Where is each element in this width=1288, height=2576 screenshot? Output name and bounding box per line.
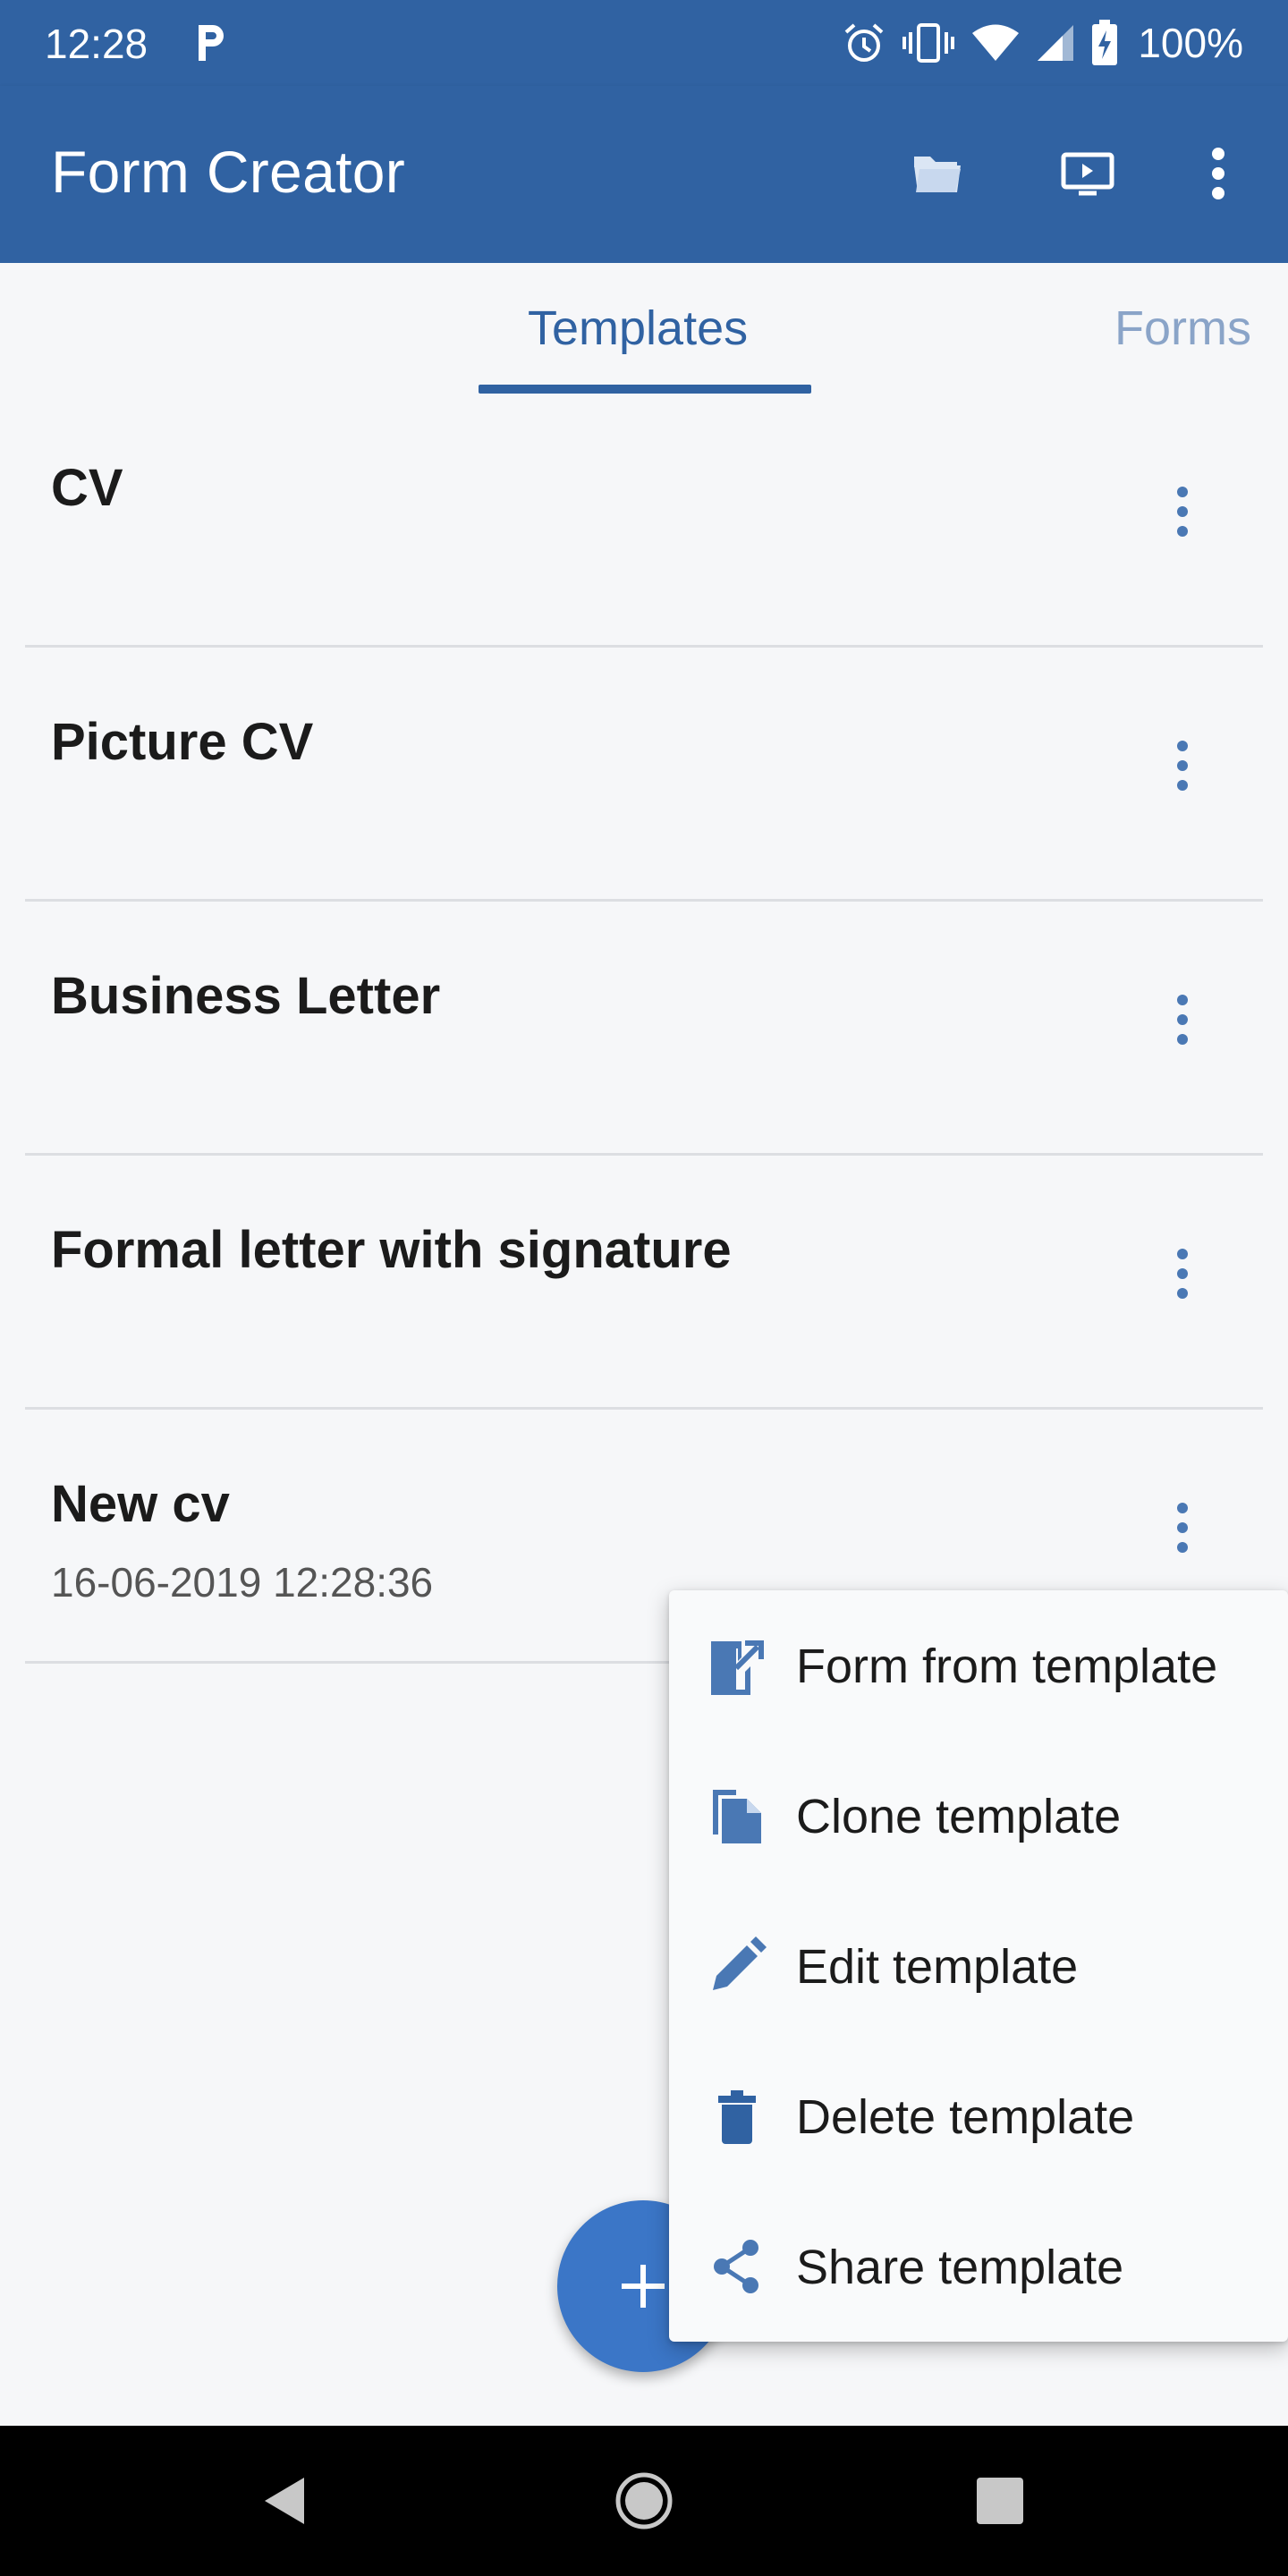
tab-bar: Templates Forms xyxy=(0,263,1288,394)
back-button[interactable] xyxy=(249,2465,320,2537)
menu-item-share-template[interactable]: Share template xyxy=(669,2191,1288,2342)
template-title: Business Letter xyxy=(51,967,441,1025)
template-context-menu: Form from template Clone template Edit t… xyxy=(669,1590,1288,2342)
app-bar: Form Creator xyxy=(0,86,1288,263)
menu-item-label: Edit template xyxy=(796,1940,1079,1994)
template-row[interactable]: Formal letter with signature xyxy=(0,1156,1288,1410)
folder-button[interactable] xyxy=(900,136,975,211)
row-more-icon[interactable] xyxy=(1154,982,1211,1057)
present-icon xyxy=(1061,152,1114,196)
template-title: Picture CV xyxy=(51,713,314,771)
plus-icon xyxy=(622,2265,665,2308)
status-icons: 100% xyxy=(843,18,1243,68)
parking-icon xyxy=(193,21,229,64)
home-button[interactable] xyxy=(608,2465,680,2537)
back-icon xyxy=(265,2478,304,2524)
template-title: New cv xyxy=(51,1475,230,1533)
row-more-icon[interactable] xyxy=(1154,1236,1211,1311)
row-more-icon[interactable] xyxy=(1154,728,1211,803)
wifi-icon xyxy=(971,23,1020,63)
app-title: Form Creator xyxy=(51,139,405,205)
battery-percentage: 100% xyxy=(1138,20,1243,66)
folder-icon xyxy=(914,157,961,192)
menu-item-label: Form from template xyxy=(796,1640,1218,1693)
signal-icon xyxy=(1036,23,1075,63)
template-date: 16-06-2019 12:28:36 xyxy=(51,1559,434,1606)
menu-item-label: Delete template xyxy=(796,2090,1135,2144)
template-row[interactable]: Picture CV xyxy=(0,648,1288,902)
battery-charging-icon xyxy=(1091,20,1118,66)
menu-item-label: Clone template xyxy=(796,1790,1122,1843)
overflow-menu-button[interactable] xyxy=(1181,136,1256,211)
menu-item-clone-template[interactable]: Clone template xyxy=(669,1741,1288,1891)
status-bar: 12:28 100% xyxy=(0,0,1288,86)
menu-item-label: Share template xyxy=(796,2241,1124,2294)
template-row[interactable]: CV xyxy=(0,394,1288,648)
tab-forms[interactable]: Forms xyxy=(1114,301,1251,356)
recents-icon xyxy=(977,2478,1023,2524)
share-icon xyxy=(701,2231,773,2302)
alarm-icon xyxy=(843,21,886,64)
row-more-icon[interactable] xyxy=(1154,474,1211,549)
row-more-icon[interactable] xyxy=(1154,1490,1211,1565)
vibrate-icon xyxy=(902,21,955,64)
clone-icon xyxy=(701,1780,773,1852)
menu-item-edit-template[interactable]: Edit template xyxy=(669,1891,1288,2041)
pencil-icon xyxy=(701,1930,773,2002)
template-title: CV xyxy=(51,459,123,517)
system-nav-bar xyxy=(0,2426,1288,2576)
template-row[interactable]: Business Letter xyxy=(0,902,1288,1156)
present-button[interactable] xyxy=(1050,136,1125,211)
home-icon xyxy=(615,2472,673,2529)
template-title: Formal letter with signature xyxy=(51,1221,732,1279)
status-time: 12:28 xyxy=(45,21,148,67)
menu-item-delete-template[interactable]: Delete template xyxy=(669,2041,1288,2191)
recents-button[interactable] xyxy=(964,2465,1036,2537)
form-from-template-icon xyxy=(701,1630,773,1701)
trash-icon xyxy=(701,2080,773,2152)
menu-item-form-from-template[interactable]: Form from template xyxy=(669,1590,1288,1741)
tab-indicator xyxy=(479,385,811,394)
tab-templates[interactable]: Templates xyxy=(528,301,748,356)
overflow-menu-icon xyxy=(1212,148,1224,199)
